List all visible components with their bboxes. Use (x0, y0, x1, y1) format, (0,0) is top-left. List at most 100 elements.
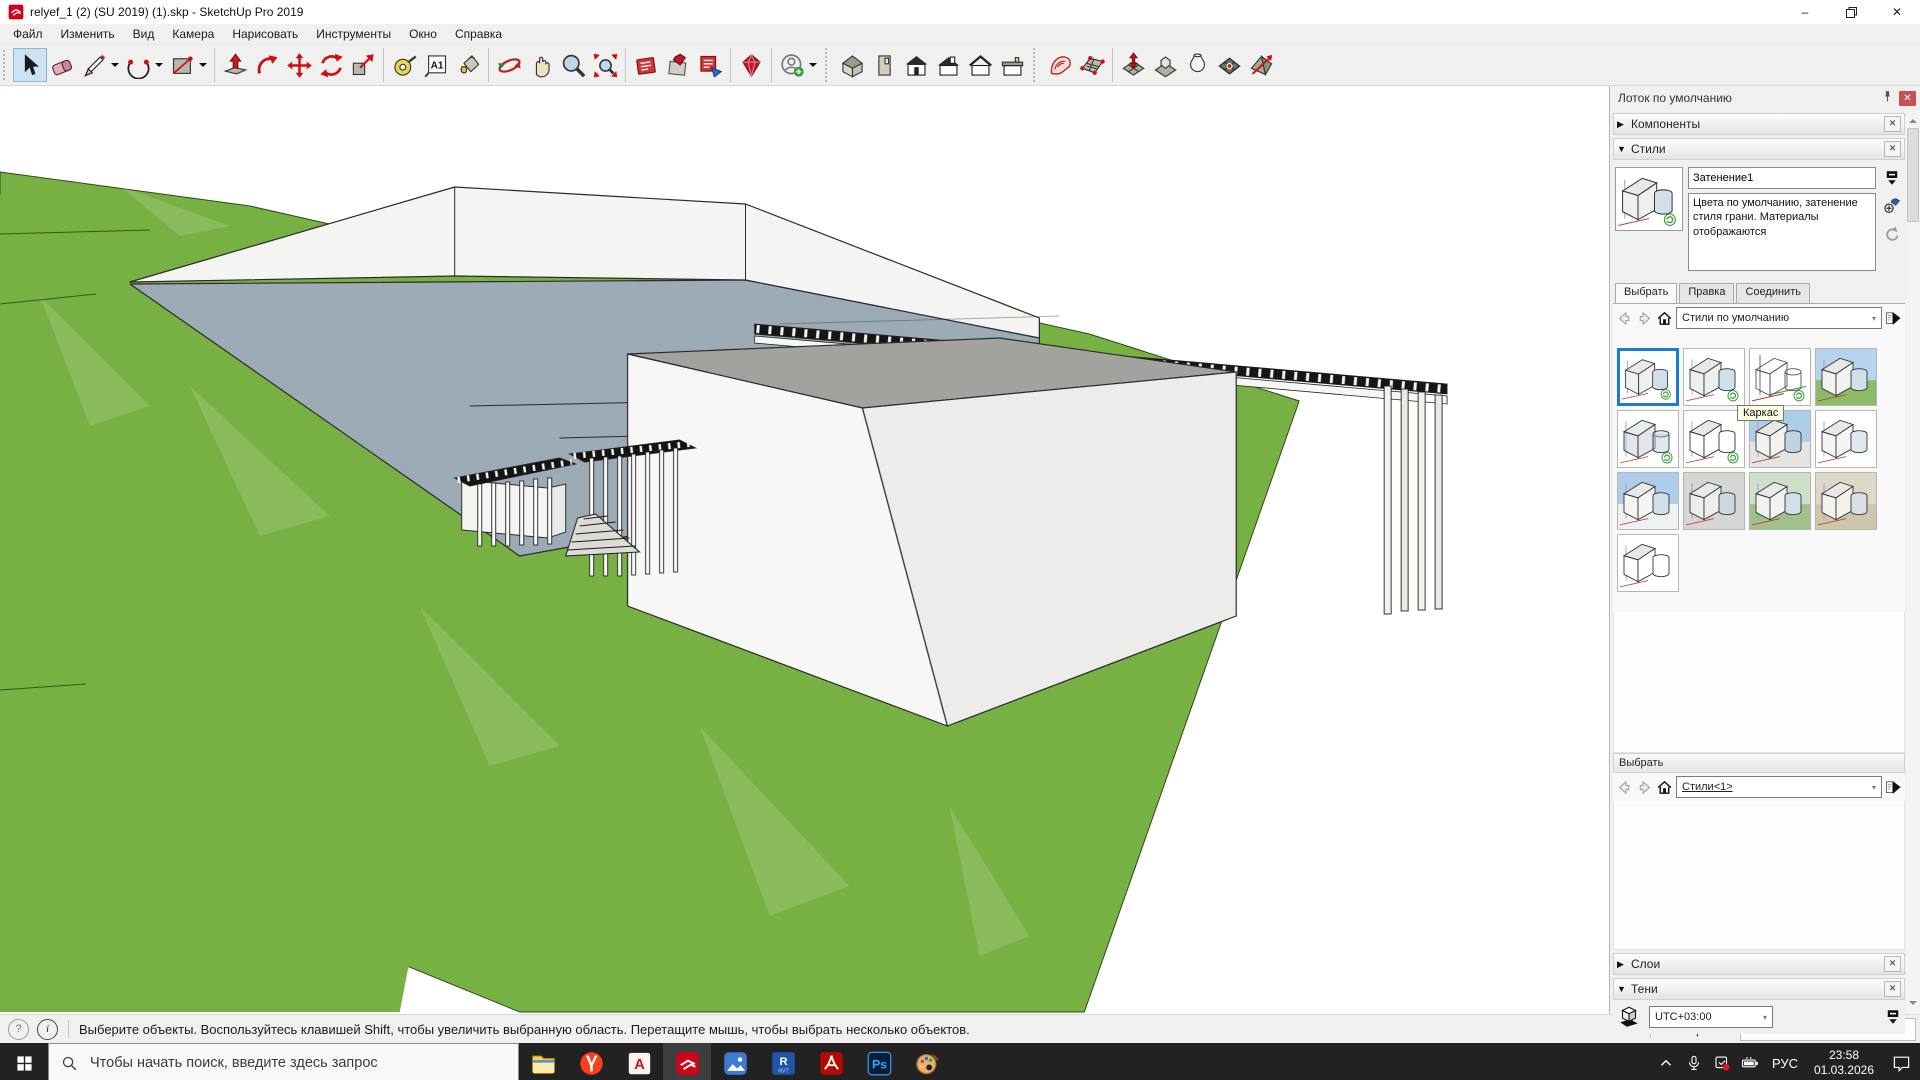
shadow-box-icon[interactable] (1616, 1004, 1642, 1030)
section-layers[interactable]: ▶ Слои ✕ (1613, 953, 1905, 975)
toolbar-separator[interactable] (1112, 48, 1113, 82)
toolbar-separator[interactable] (214, 48, 215, 82)
layout-export-button[interactable] (694, 49, 726, 81)
close-button[interactable]: ✕ (1874, 0, 1920, 24)
restore-button[interactable] (1828, 0, 1874, 24)
view-front-button[interactable] (900, 49, 932, 81)
home-icon[interactable] (1656, 779, 1673, 796)
paint-bucket-tool-button[interactable] (452, 49, 484, 81)
toolbar-separator[interactable] (771, 48, 772, 82)
scroll-thumb[interactable] (1907, 128, 1919, 222)
style-name-input[interactable] (1688, 167, 1876, 189)
menu-item[interactable]: Файл (4, 25, 52, 43)
section-components[interactable]: ▶ Компоненты ✕ (1613, 113, 1905, 135)
tray-scrollbar[interactable] (1906, 110, 1920, 1014)
battery-icon[interactable] (1736, 1054, 1764, 1072)
toolbar-separator[interactable] (730, 48, 731, 82)
style-thumbnail[interactable] (1683, 472, 1745, 530)
menu-item[interactable]: Окно (400, 25, 446, 43)
menu-item[interactable]: Камера (163, 25, 223, 43)
sketchup-button[interactable] (663, 1043, 711, 1080)
forward-icon[interactable] (1636, 779, 1653, 796)
secondary-styles-dropdown[interactable]: Стили<1> ▾ (1676, 776, 1882, 798)
style-thumbnail[interactable] (1815, 410, 1877, 468)
scale-tool-button[interactable] (347, 49, 379, 81)
rotate-tool-button[interactable] (315, 49, 347, 81)
layout-open-button[interactable] (662, 49, 694, 81)
sandbox-smoove-button[interactable] (1117, 49, 1149, 81)
line-tool-button[interactable] (78, 49, 122, 81)
view-left-button[interactable] (964, 49, 996, 81)
select-tool-button[interactable] (14, 49, 46, 81)
toolbar-drag-handle[interactable] (3, 50, 10, 80)
toolbar-separator[interactable] (825, 48, 831, 82)
view-back-button[interactable] (868, 49, 900, 81)
expand-arrow-icon[interactable]: ▶ (1617, 959, 1631, 970)
pan-tool-button[interactable] (525, 49, 557, 81)
section-close-icon[interactable]: ✕ (1884, 956, 1901, 972)
menu-item[interactable]: Изменить (52, 25, 124, 43)
arc-tool-button[interactable] (122, 49, 166, 81)
text-tool-button[interactable]: A1 (420, 49, 452, 81)
explorer-button[interactable] (519, 1043, 567, 1080)
info-icon[interactable]: i (37, 1019, 58, 1040)
eraser-tool-button[interactable] (46, 49, 78, 81)
scroll-down-icon[interactable] (1909, 1001, 1917, 1009)
details-icon[interactable] (1885, 310, 1902, 327)
tray-chevron-up-icon[interactable] (1652, 1054, 1680, 1072)
style-thumbnail[interactable] (1815, 472, 1877, 530)
timezone-dropdown[interactable]: UTC+03:00 ▾ (1649, 1006, 1773, 1028)
section-close-icon[interactable]: ✕ (1884, 981, 1901, 997)
start-button[interactable] (0, 1043, 48, 1080)
zoom-extents-tool-button[interactable] (589, 49, 621, 81)
view-right-button[interactable] (996, 49, 1028, 81)
extension-warehouse-button[interactable] (735, 49, 767, 81)
viewport-3d[interactable] (0, 86, 1610, 1014)
refresh-icon[interactable] (1883, 225, 1901, 246)
styles-collection-dropdown[interactable]: Стили по умолчанию ▾ (1676, 307, 1882, 329)
rectangle-tool-button[interactable] (166, 49, 210, 81)
pushpull-tool-button[interactable] (219, 49, 251, 81)
style-thumbnail[interactable] (1617, 472, 1679, 530)
expand-arrow-icon[interactable]: ▶ (1617, 119, 1631, 130)
styles-tab[interactable]: Правка (1679, 283, 1734, 303)
style-thumbnail[interactable] (1617, 348, 1679, 406)
section-shadows[interactable]: ▼ Тени ✕ (1613, 978, 1905, 1000)
section-styles[interactable]: ▼ Стили ✕ (1613, 138, 1905, 160)
app-notification-icon[interactable] (1708, 1054, 1736, 1072)
style-thumbnail[interactable] (1683, 348, 1745, 406)
minimize-button[interactable]: – (1782, 0, 1828, 24)
toolbar-separator[interactable] (488, 48, 489, 82)
menu-item[interactable]: Нарисовать (223, 25, 307, 43)
paint-button[interactable] (903, 1043, 951, 1080)
styles-tab[interactable]: Соединить (1736, 283, 1810, 303)
section-close-icon[interactable]: ✕ (1884, 116, 1901, 132)
forward-icon[interactable] (1636, 310, 1653, 327)
sandbox-drape-button[interactable] (1181, 49, 1213, 81)
toolbar-separator[interactable] (625, 48, 626, 82)
style-thumbnail[interactable] (1617, 410, 1679, 468)
move-tool-button[interactable] (283, 49, 315, 81)
photoshop-button[interactable]: Ps (855, 1043, 903, 1080)
collapse-arrow-icon[interactable]: ▼ (1617, 144, 1631, 154)
collapse-arrow-icon[interactable]: ▼ (1617, 984, 1631, 994)
view-top-button[interactable] (932, 49, 964, 81)
dropdown-arrow-icon[interactable] (199, 63, 207, 71)
section-close-icon[interactable]: ✕ (1884, 141, 1901, 157)
autocad-button[interactable]: A (615, 1043, 663, 1080)
details-icon[interactable] (1885, 779, 1902, 796)
styles-tab[interactable]: Выбрать (1615, 283, 1677, 303)
language-indicator[interactable]: РУС (1764, 1056, 1806, 1071)
style-thumbnail[interactable] (1749, 348, 1811, 406)
action-center-icon[interactable] (1882, 1054, 1920, 1073)
tray-close-icon[interactable]: ✕ (1899, 91, 1916, 106)
dropdown-arrow-icon[interactable] (809, 63, 817, 71)
style-thumbnail[interactable] (1683, 410, 1745, 468)
menu-item[interactable]: Вид (124, 25, 164, 43)
microphone-icon[interactable] (1680, 1054, 1708, 1072)
sandbox-flip-edge-button[interactable] (1245, 49, 1277, 81)
home-icon[interactable] (1656, 310, 1673, 327)
pin-icon[interactable] (1878, 90, 1896, 106)
back-icon[interactable] (1616, 779, 1633, 796)
search-input[interactable] (88, 1054, 506, 1072)
